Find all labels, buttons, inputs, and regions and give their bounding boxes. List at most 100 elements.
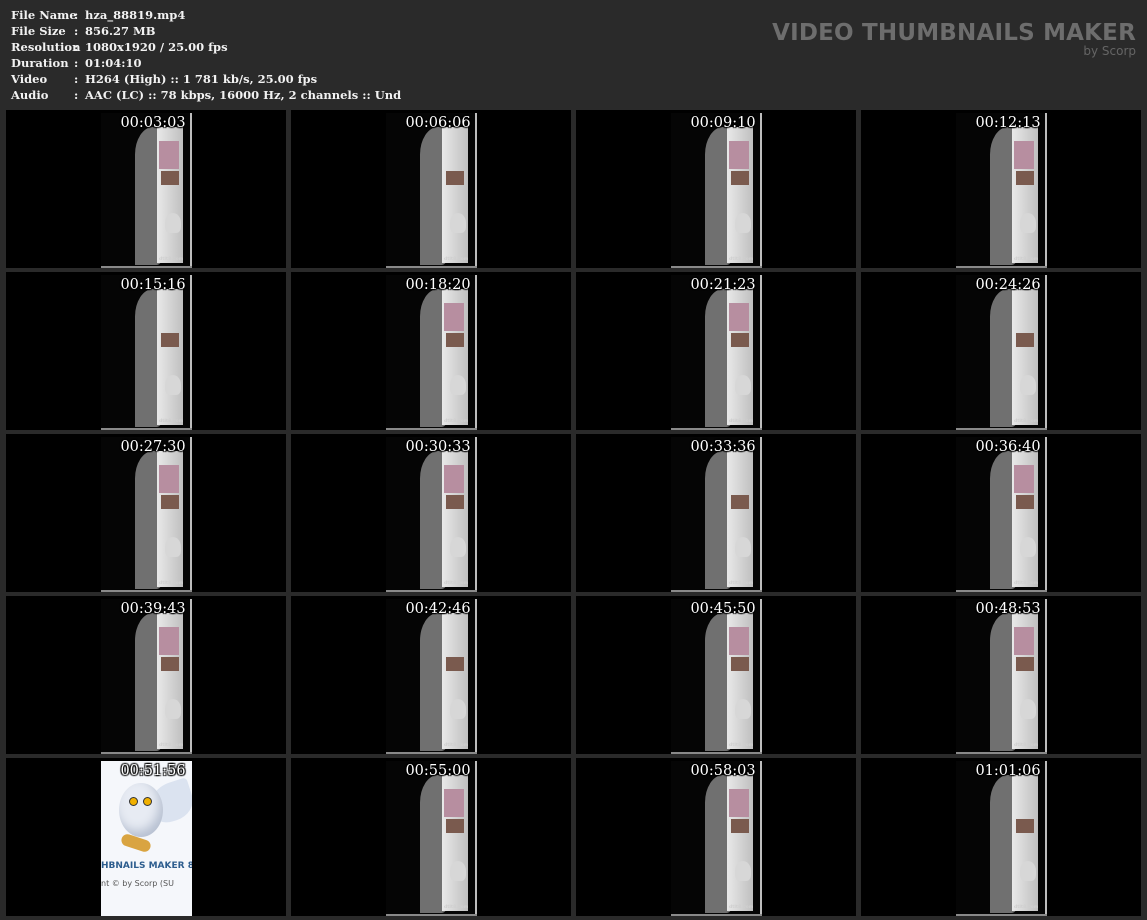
timestamp-label: 00:15:16 — [120, 277, 186, 293]
frame-window — [444, 465, 464, 493]
thumbnail-tile[interactable]: dtlt8.com 00:03:03 — [6, 110, 286, 268]
frame-border — [475, 761, 477, 916]
info-row: Resolution: 1080x1920 / 25.00 fps — [11, 39, 401, 55]
video-frame: dtlt8.com — [386, 761, 477, 916]
frame-window — [159, 141, 179, 169]
info-value: AAC (LC) :: 78 kbps, 16000 Hz, 2 channel… — [85, 88, 402, 102]
frame-object — [731, 657, 749, 671]
info-value: 1080x1920 / 25.00 fps — [85, 40, 228, 54]
video-frame: dtlt8.com — [671, 599, 762, 754]
thumbnail-tile[interactable]: dtlt8.com 00:33:36 — [576, 434, 856, 592]
frame-object — [1016, 819, 1034, 833]
thumbnail-tile[interactable]: dtlt8.com 00:36:40 — [861, 434, 1141, 592]
file-info-panel: File Name: hza_88819.mp4 File Size:856.27 … — [11, 7, 401, 103]
frame-border — [760, 113, 762, 268]
frame-border — [190, 437, 192, 592]
frame-watermark: dtlt8.com — [444, 905, 469, 910]
thumbnail-tile[interactable]: dtlt8.com 00:45:50 — [576, 596, 856, 754]
frame-watermark: dtlt8.com — [159, 743, 184, 748]
thumbnail-tile[interactable]: dtlt8.com 00:12:13 — [861, 110, 1141, 268]
frame-watermark: dtlt8.com — [729, 419, 754, 424]
frame-watermark: dtlt8.com — [1014, 257, 1039, 262]
timestamp-label: 01:01:06 — [975, 763, 1041, 779]
video-frame: dtlt8.com — [386, 599, 477, 754]
info-label: File Name — [11, 8, 77, 22]
frame-border — [386, 590, 477, 592]
thumbnail-tile[interactable]: HBNAILS MAKER 8 nt © by Scorp (SU 00:51:56 — [6, 758, 286, 916]
video-frame: dtlt8.com — [671, 761, 762, 916]
info-label: Video — [11, 72, 48, 86]
thumbnail-tile[interactable]: dtlt8.com 00:21:23 — [576, 272, 856, 430]
video-frame: dtlt8.com — [671, 437, 762, 592]
frame-border — [671, 914, 762, 916]
frame-watermark: dtlt8.com — [159, 257, 184, 262]
frame-border — [956, 266, 1047, 268]
thumbnail-tile[interactable]: dtlt8.com 00:30:33 — [291, 434, 571, 592]
video-frame: dtlt8.com — [101, 599, 192, 754]
frame-border — [475, 599, 477, 754]
thumbnail-tile[interactable]: dtlt8.com 00:58:03 — [576, 758, 856, 916]
frame-object — [731, 495, 749, 509]
timestamp-label: 00:03:03 — [120, 115, 186, 131]
thumbnail-tile[interactable]: dtlt8.com 00:48:53 — [861, 596, 1141, 754]
frame-border — [475, 113, 477, 268]
video-frame: dtlt8.com — [956, 599, 1047, 754]
frame-border — [671, 752, 762, 754]
timestamp-label: 00:55:00 — [405, 763, 471, 779]
frame-watermark: dtlt8.com — [444, 257, 469, 262]
timestamp-label: 00:48:53 — [975, 601, 1041, 617]
frame-watermark: dtlt8.com — [159, 581, 184, 586]
thumbnail-tile[interactable]: dtlt8.com 00:39:43 — [6, 596, 286, 754]
frame-watermark: dtlt8.com — [729, 581, 754, 586]
timestamp-label: 00:06:06 — [405, 115, 471, 131]
info-colon: : — [74, 88, 79, 102]
frame-watermark: dtlt8.com — [444, 419, 469, 424]
frame-object — [161, 333, 179, 347]
video-frame: dtlt8.com — [956, 275, 1047, 430]
frame-sink — [735, 213, 751, 233]
info-label: File Size — [11, 24, 66, 38]
timestamp-label: 00:27:30 — [120, 439, 186, 455]
frame-sink — [1020, 537, 1036, 557]
frame-border — [956, 914, 1047, 916]
thumbnail-tile[interactable]: dtlt8.com 00:24:26 — [861, 272, 1141, 430]
thumbnail-grid: dtlt8.com 00:03:03 dtlt8.com 00:06:06 dtlt8.… — [6, 110, 1141, 916]
frame-object — [1016, 333, 1034, 347]
frame-watermark: dtlt8.com — [1014, 419, 1039, 424]
thumbnail-tile[interactable]: dtlt8.com 00:55:00 — [291, 758, 571, 916]
timestamp-label: 00:36:40 — [975, 439, 1041, 455]
thumbnail-tile[interactable]: dtlt8.com 00:15:16 — [6, 272, 286, 430]
frame-border — [671, 266, 762, 268]
frame-window — [159, 465, 179, 493]
timestamp-label: 00:51:56 — [120, 763, 186, 779]
video-frame: dtlt8.com — [101, 437, 192, 592]
frame-window — [1014, 141, 1034, 169]
thumbnail-tile[interactable]: dtlt8.com 01:01:06 — [861, 758, 1141, 916]
thumbnail-tile[interactable]: dtlt8.com 00:42:46 — [291, 596, 571, 754]
frame-object — [731, 333, 749, 347]
frame-pillar — [442, 127, 468, 263]
thumbnail-tile[interactable]: dtlt8.com 00:09:10 — [576, 110, 856, 268]
frame-object — [731, 819, 749, 833]
splash-title: HBNAILS MAKER 8 — [101, 861, 192, 871]
frame-window — [159, 627, 179, 655]
thumbnail-tile[interactable]: dtlt8.com 00:06:06 — [291, 110, 571, 268]
timestamp-label: 00:42:46 — [405, 601, 471, 617]
frame-sink — [735, 699, 751, 719]
thumbnail-tile[interactable]: dtlt8.com 00:18:20 — [291, 272, 571, 430]
timestamp-label: 00:30:33 — [405, 439, 471, 455]
frame-watermark: dtlt8.com — [159, 419, 184, 424]
video-frame: dtlt8.com — [671, 113, 762, 268]
frame-sink — [450, 699, 466, 719]
frame-sink — [735, 537, 751, 557]
frame-object — [161, 495, 179, 509]
info-row: Audio: AAC (LC) :: 78 kbps, 16000 Hz, 2 c… — [11, 87, 401, 103]
thumbnail-tile[interactable]: dtlt8.com 00:27:30 — [6, 434, 286, 592]
frame-border — [760, 599, 762, 754]
frame-object — [161, 657, 179, 671]
frame-border — [101, 590, 192, 592]
timestamp-label: 00:18:20 — [405, 277, 471, 293]
timestamp-label: 00:58:03 — [690, 763, 756, 779]
frame-border — [1045, 437, 1047, 592]
frame-watermark: dtlt8.com — [729, 257, 754, 262]
